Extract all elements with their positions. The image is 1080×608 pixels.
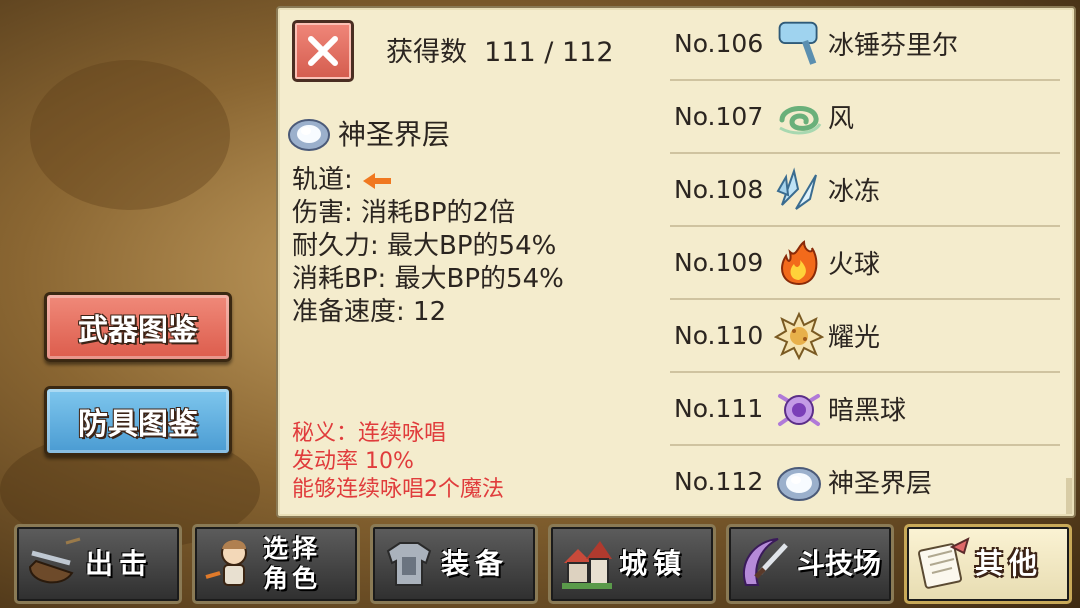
left-arrow-icon — [362, 172, 391, 189]
dark-orb-icon — [774, 384, 824, 434]
nav-label: 斗技场 — [797, 547, 882, 580]
nav-other[interactable]: 其他 — [904, 524, 1072, 604]
count-value: 111 / 112 — [484, 37, 614, 68]
catalog-panel: 获得数 111 / 112 神圣界层 轨道: 伤害: 消耗BP的2倍 耐久力: … — [276, 6, 1076, 518]
item-name: 风 — [828, 104, 855, 134]
nav-arena[interactable]: 斗技场 — [726, 524, 894, 604]
stat-row-prep-speed: 准备速度: 12 — [292, 296, 564, 329]
stat-value: 消耗BP的2倍 — [352, 198, 516, 228]
list-item[interactable]: No.111 暗黑球 — [670, 373, 1060, 446]
fireball-icon — [774, 238, 824, 288]
secret-rate: 发动率 10% — [292, 449, 414, 474]
stat-row-damage: 伤害: 消耗BP的2倍 — [292, 197, 564, 230]
stat-row-bp-cost: 消耗BP: 最大BP的54% — [292, 263, 564, 296]
item-number: No.112 — [674, 467, 764, 496]
list-item[interactable]: No.112 神圣界层 — [670, 446, 1060, 517]
list-item[interactable]: No.106 冰锤芬里尔 — [670, 8, 1060, 81]
close-icon — [308, 36, 338, 66]
list-item[interactable]: No.110 耀光 — [670, 300, 1060, 373]
weapon-catalog-button[interactable]: 武器图鉴 — [44, 292, 232, 362]
item-name: 耀光 — [828, 323, 881, 353]
nav-label: 装备 — [441, 547, 510, 580]
ice-hammer-icon — [774, 19, 824, 69]
nav-label-line: 选择 — [263, 534, 322, 563]
stat-row-orbit: 轨道: — [292, 164, 564, 197]
armor-catalog-button[interactable]: 防具图鉴 — [44, 386, 232, 456]
stat-value: 最大BP的54% — [378, 231, 557, 261]
item-number: No.111 — [674, 394, 764, 423]
nav-label: 其他 — [975, 547, 1044, 580]
item-name: 冰冻 — [828, 177, 881, 207]
wind-icon — [774, 92, 824, 142]
item-name: 火球 — [828, 250, 881, 280]
list-item[interactable]: No.107 风 — [670, 81, 1060, 154]
nav-equipment[interactable]: 装备 — [370, 524, 538, 604]
scroll-icon — [911, 532, 975, 596]
item-name: 暗黑球 — [828, 396, 907, 426]
stat-label: 耐久力: — [292, 231, 379, 261]
stat-value: 最大BP的54% — [386, 264, 564, 294]
item-name: 冰锤芬里尔 — [828, 31, 959, 61]
stat-value: 12 — [404, 297, 447, 327]
item-stats: 轨道: 伤害: 消耗BP的2倍 耐久力: 最大BP的54% 消耗BP: 最大BP… — [292, 164, 564, 329]
collection-count: 获得数 111 / 112 — [386, 30, 614, 69]
close-button[interactable] — [292, 20, 354, 82]
nav-select-character[interactable]: 选择 角色 — [192, 524, 360, 604]
nav-town[interactable]: 城镇 — [548, 524, 716, 604]
secret-description: 能够连续咏唱2个魔法 — [292, 477, 504, 502]
item-number: No.108 — [674, 175, 764, 204]
list-scrollbar[interactable] — [1066, 478, 1072, 514]
item-list: No.106 冰锤芬里尔 No.107 风 No.108 冰冻 No.109 火… — [670, 8, 1060, 517]
holy-barrier-icon — [288, 119, 330, 151]
secret-title: 秘义：连续咏唱 — [292, 421, 447, 446]
list-item[interactable]: No.109 火球 — [670, 227, 1060, 300]
town-icon — [555, 532, 619, 596]
stat-label: 消耗BP: — [292, 264, 387, 294]
item-title: 神圣界层 — [286, 110, 450, 156]
stat-label: 轨道: — [292, 165, 353, 195]
nav-label: 城镇 — [619, 547, 688, 580]
nav-sortie[interactable]: 出击 — [14, 524, 182, 604]
count-label: 获得数 — [386, 37, 467, 68]
item-number: No.110 — [674, 321, 764, 350]
item-number: No.107 — [674, 102, 764, 131]
ice-shard-icon — [774, 165, 824, 215]
secret-skill: 秘义：连续咏唱 发动率 10% 能够连续咏唱2个魔法 — [292, 420, 504, 504]
arena-icon — [733, 532, 797, 596]
armor-icon — [377, 532, 441, 596]
sortie-icon — [21, 532, 85, 596]
list-item[interactable]: No.108 冰冻 — [670, 154, 1060, 227]
nav-label: 选择 角色 — [263, 534, 321, 594]
background-stain — [30, 60, 230, 210]
item-name: 神圣界层 — [828, 469, 933, 499]
nav-label: 出击 — [85, 547, 154, 580]
radiance-icon — [774, 311, 824, 361]
character-icon — [199, 532, 263, 596]
stat-row-durability: 耐久力: 最大BP的54% — [292, 230, 564, 263]
item-number: No.106 — [674, 29, 764, 58]
stat-label: 准备速度: — [292, 297, 405, 327]
nav-label-line: 角色 — [263, 564, 322, 593]
stat-label: 伤害: — [292, 198, 353, 228]
holy-barrier-icon — [774, 457, 824, 507]
item-number: No.109 — [674, 248, 764, 277]
bottom-nav: 出击 选择 角色 装备 城镇 斗技场 其他 — [14, 524, 1072, 604]
item-name: 神圣界层 — [338, 118, 451, 151]
